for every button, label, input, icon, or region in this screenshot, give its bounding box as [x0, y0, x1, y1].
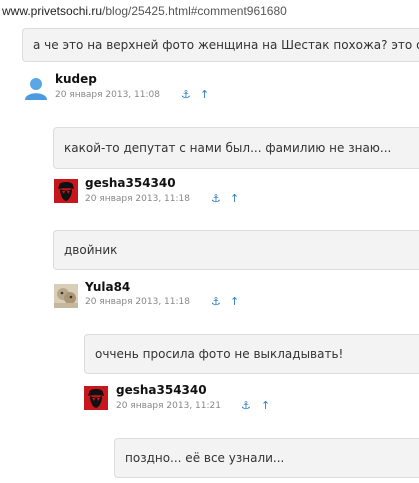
- anchor-icon[interactable]: ⚓: [181, 88, 191, 101]
- default-user-icon[interactable]: [24, 76, 48, 100]
- comment-text: поздно... её все узнали...: [125, 451, 285, 465]
- anchor-icon[interactable]: ⚓: [211, 295, 221, 308]
- reply-up-icon[interactable]: ↑: [230, 192, 239, 205]
- comment-text: двойник: [64, 243, 118, 257]
- anchor-icon[interactable]: ⚓: [211, 192, 221, 205]
- comment-bubble: а че это на верхней фото женщина на Шест…: [22, 28, 419, 62]
- che-portrait-avatar[interactable]: [54, 179, 78, 203]
- photo-avatar[interactable]: [54, 284, 78, 308]
- comment-bubble: какой-то депутат с нами был... фамилию н…: [53, 127, 419, 169]
- comment-text: какой-то депутат с нами был... фамилию н…: [64, 141, 392, 155]
- comment-author[interactable]: kudep: [55, 72, 97, 86]
- comment-text: оччень просила фото не выкладывать!: [95, 347, 344, 361]
- comment-date: 20 января 2013, 11:18: [85, 297, 190, 307]
- anchor-icon[interactable]: ⚓: [241, 399, 251, 412]
- reply-up-icon[interactable]: ↑: [200, 88, 209, 101]
- comment-text: а че это на верхней фото женщина на Шест…: [33, 38, 419, 52]
- url-host: www.privetsochi.ru: [2, 4, 103, 18]
- comment-date: 20 января 2013, 11:18: [85, 194, 190, 204]
- reply-up-icon[interactable]: ↑: [230, 295, 239, 308]
- comment-author[interactable]: Yula84: [85, 280, 130, 294]
- comment-author[interactable]: gesha354340: [116, 383, 207, 397]
- url-path: /blog/25425.html#comment961680: [102, 4, 287, 18]
- comment-bubble: двойник: [53, 230, 419, 270]
- che-portrait-avatar[interactable]: [84, 386, 108, 410]
- reply-up-icon[interactable]: ↑: [261, 399, 270, 412]
- comment-bubble: оччень просила фото не выкладывать!: [84, 334, 419, 374]
- comment-author[interactable]: gesha354340: [85, 176, 176, 190]
- address-bar[interactable]: www.privetsochi.ru/blog/25425.html#comme…: [0, 0, 419, 22]
- comment-date: 20 января 2013, 11:08: [55, 90, 160, 100]
- comment-date: 20 января 2013, 11:21: [116, 401, 221, 411]
- comment-bubble: поздно... её все узнали...: [114, 438, 419, 478]
